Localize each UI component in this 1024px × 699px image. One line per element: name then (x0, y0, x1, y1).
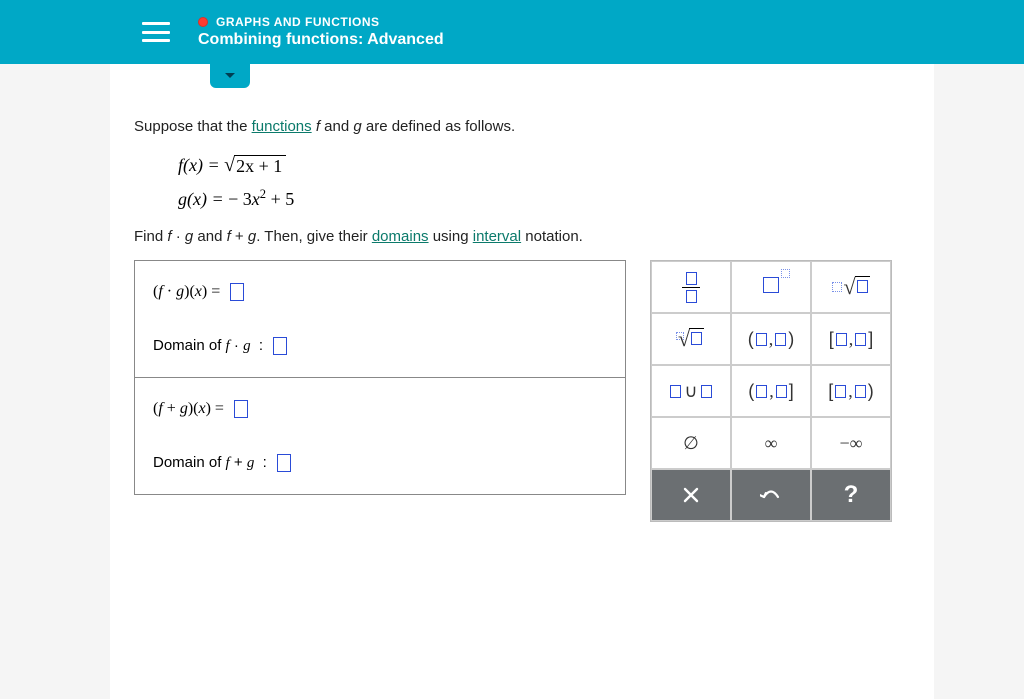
undo-button[interactable] (731, 469, 811, 521)
task-instruction: Find f · g and f + g. Then, give their d… (134, 226, 910, 249)
open-open-interval-button[interactable]: (,) (731, 313, 811, 365)
chevron-down-icon (224, 72, 236, 80)
clear-button[interactable] (651, 469, 731, 521)
g-definition: g(x) = − 3x2 + 5 (178, 187, 910, 210)
header-title: Combining functions: Advanced (198, 31, 444, 49)
fg-input[interactable] (230, 283, 244, 301)
record-dot-icon (198, 17, 208, 27)
emptyset-button[interactable]: ∅ (651, 417, 731, 469)
domains-link[interactable]: domains (372, 228, 429, 245)
sqrt-button[interactable]: √ (811, 261, 891, 313)
union-button[interactable]: ∪ (651, 365, 731, 417)
help-button[interactable]: ? (811, 469, 891, 521)
symbol-palette: √ √ (,) [,] ∪ (,] (650, 260, 892, 522)
fplusg-expression-line: (f + g)(x) = (153, 400, 607, 418)
f-definition: f(x) = √2x + 1 (178, 155, 910, 177)
closed-open-interval-button[interactable]: [,) (811, 365, 891, 417)
function-definitions: f(x) = √2x + 1 g(x) = − 3x2 + 5 (178, 155, 910, 210)
nthroot-button[interactable]: √ (651, 313, 731, 365)
fraction-button[interactable] (651, 261, 731, 313)
fg-cell: (f · g)(x) = Domain of f · g : (135, 261, 625, 378)
category-label: GRAPHS AND FUNCTIONS (216, 15, 380, 29)
dropdown-tab[interactable] (210, 64, 250, 88)
content-page: Suppose that the functions f and g are d… (110, 64, 934, 699)
closed-closed-interval-button[interactable]: [,] (811, 313, 891, 365)
undo-icon (760, 488, 782, 502)
header-category: GRAPHS AND FUNCTIONS (198, 15, 444, 29)
times-icon (683, 487, 699, 503)
sqrt-expression: √2x + 1 (224, 155, 286, 177)
infinity-button[interactable]: ∞ (731, 417, 811, 469)
open-closed-interval-button[interactable]: (,] (731, 365, 811, 417)
fplusg-cell: (f + g)(x) = Domain of f + g : (135, 378, 625, 494)
fplusg-domain-input[interactable] (277, 454, 291, 472)
menu-icon[interactable] (142, 22, 170, 42)
functions-link[interactable]: functions (252, 118, 312, 135)
fg-expression-line: (f · g)(x) = (153, 283, 607, 301)
app-header: GRAPHS AND FUNCTIONS Combining functions… (0, 0, 1024, 64)
fg-domain-input[interactable] (273, 337, 287, 355)
fplusg-domain-line: Domain of f + g : (153, 454, 607, 472)
fplusg-input[interactable] (234, 400, 248, 418)
interval-link[interactable]: interval (473, 228, 521, 245)
neg-infinity-button[interactable]: −∞ (811, 417, 891, 469)
exponent-button[interactable] (731, 261, 811, 313)
answer-grid: (f · g)(x) = Domain of f · g : (f + g)(x… (134, 260, 626, 495)
header-text: GRAPHS AND FUNCTIONS Combining functions… (198, 15, 444, 49)
problem-intro: Suppose that the functions f and g are d… (134, 116, 910, 139)
fg-domain-line: Domain of f · g : (153, 337, 607, 355)
work-area: (f · g)(x) = Domain of f · g : (f + g)(x… (134, 260, 910, 522)
